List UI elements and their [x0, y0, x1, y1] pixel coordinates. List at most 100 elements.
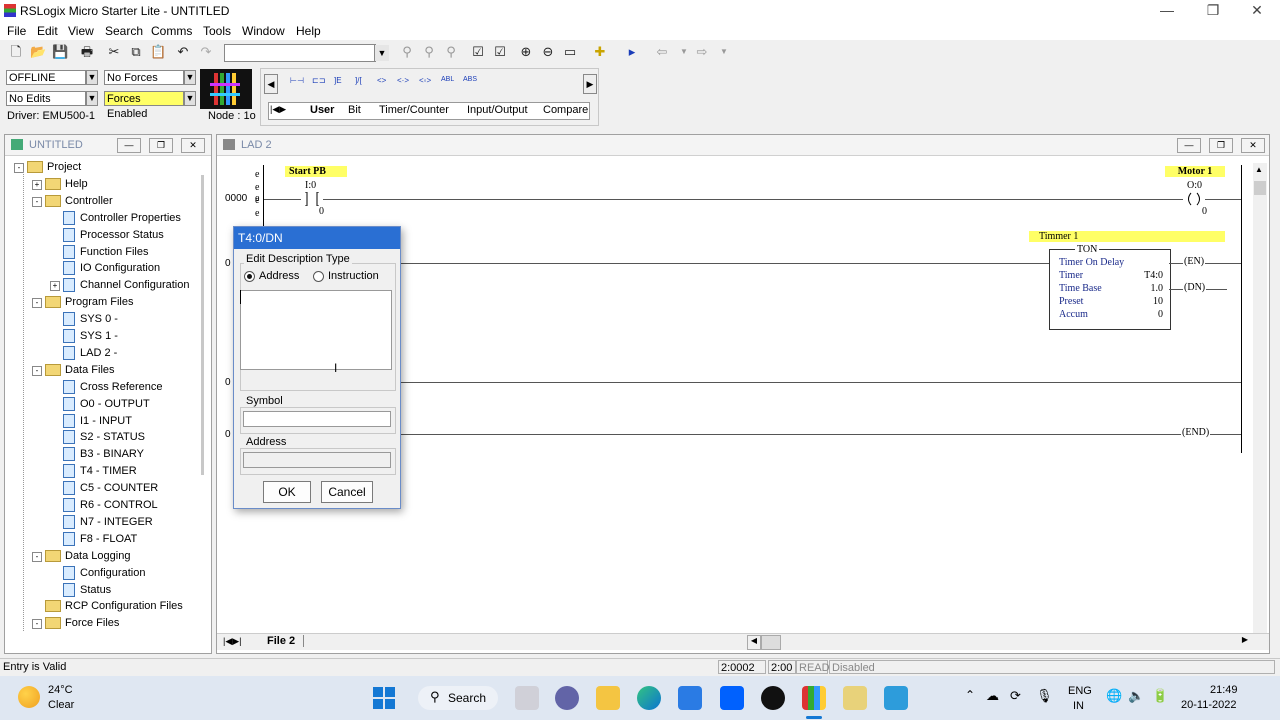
menu-view[interactable]: View [68, 24, 94, 38]
hscroll-thumb[interactable] [761, 635, 781, 650]
project-restore-button[interactable]: ❐ [149, 138, 173, 153]
tree-item[interactable]: C5 - COUNTER [63, 480, 158, 497]
tree-item[interactable]: Cross Reference [63, 379, 163, 396]
redo-icon[interactable]: ↷ [198, 44, 214, 60]
speaker-icon[interactable]: 🔈 [1128, 688, 1144, 704]
cut-icon[interactable]: ✂ [106, 44, 122, 60]
collapse-icon[interactable]: - [32, 298, 42, 309]
store-icon[interactable] [678, 686, 702, 710]
clock-date[interactable]: 20-11-2022 [1181, 699, 1236, 711]
tree-item[interactable]: Status [63, 582, 111, 599]
onedrive-icon[interactable]: ☁ [986, 688, 999, 704]
forces-dropdown-icon[interactable]: ▼ [184, 70, 196, 85]
tab-file-2[interactable]: File 2 [259, 635, 305, 647]
tree-item[interactable]: Processor Status [63, 227, 164, 244]
weather-temp[interactable]: 24°C [48, 684, 73, 696]
timer-label[interactable]: Timmer 1 [1029, 231, 1225, 242]
taskbar-search[interactable]: ⚲ Search [418, 686, 498, 710]
verify-project-icon[interactable]: ☑ [492, 44, 508, 60]
network-icon[interactable]: 🌐 [1106, 688, 1122, 704]
dn-output-coil[interactable]: (DN) [1183, 282, 1207, 293]
ladder-vertical-scrollbar[interactable]: ▲ [1253, 163, 1267, 633]
tree-item[interactable]: Function Files [63, 244, 148, 261]
tree-item[interactable]: Configuration [63, 565, 145, 582]
tree-item[interactable]: - Project [14, 159, 81, 176]
play-icon[interactable]: ▸ [624, 44, 640, 60]
instruction-radio-label[interactable]: Instruction [328, 270, 379, 282]
scroll-up-icon[interactable]: ▲ [1255, 165, 1263, 174]
address-radio-label[interactable]: Address [259, 270, 299, 282]
ton-param-value[interactable]: 0 [1158, 309, 1163, 320]
paste-icon[interactable]: 📋 [150, 44, 166, 60]
clock-time[interactable]: 21:49 [1210, 684, 1238, 696]
tree-item[interactable]: - Program Files [32, 294, 133, 311]
tree-item[interactable]: N7 - INTEGER [63, 514, 153, 531]
expand-icon[interactable]: + [50, 281, 60, 292]
tree-item[interactable]: RCP Configuration Files [45, 598, 183, 615]
hscroll-left-icon[interactable]: ◀ [747, 635, 761, 650]
copy-icon[interactable]: ⧉ [128, 44, 144, 60]
zoom-out-icon[interactable]: ⊖ [540, 44, 556, 60]
description-textarea[interactable] [240, 290, 392, 370]
instruction-radio[interactable] [313, 271, 324, 282]
tree-item[interactable]: Controller Properties [63, 210, 181, 227]
tree-item[interactable]: S2 - STATUS [63, 429, 145, 446]
menu-help[interactable]: Help [296, 24, 321, 38]
project-close-button[interactable]: ✕ [181, 138, 205, 153]
ton-param-value[interactable]: 1.0 [1151, 283, 1164, 294]
collapse-icon[interactable]: - [32, 196, 42, 207]
windows-start-icon[interactable] [373, 687, 395, 709]
end-instruction[interactable]: (END) [1181, 427, 1211, 438]
menu-tools[interactable]: Tools [203, 24, 231, 38]
project-scrollbar[interactable] [201, 175, 204, 475]
instr-abl-icon[interactable]: ABL [441, 76, 454, 83]
search-combo[interactable] [224, 44, 376, 62]
instr-rung-icon[interactable]: ⊢⊣ [290, 76, 304, 85]
address-input[interactable] [243, 452, 391, 468]
en-output-coil[interactable]: (EN) [1183, 256, 1206, 267]
tree-item[interactable]: - Data Files [32, 362, 115, 379]
tree-item[interactable]: + Help [32, 176, 88, 193]
tree-item[interactable]: LAD 2 - [63, 345, 117, 362]
project-minimize-button[interactable]: — [117, 138, 141, 153]
instr-ote-icon[interactable]: <> [377, 76, 386, 85]
address-radio[interactable] [244, 271, 255, 282]
tab-user[interactable]: User [310, 104, 334, 116]
expand-icon[interactable]: + [32, 179, 42, 190]
verify-file-icon[interactable]: ☑ [470, 44, 486, 60]
tree-item[interactable]: - Force Files [32, 615, 119, 632]
battery-icon[interactable]: 🔋 [1152, 688, 1168, 704]
microphone-icon[interactable]: 🎙 [1036, 688, 1053, 704]
replace-icon[interactable]: ⚲ [443, 44, 459, 60]
instr-otl-icon[interactable]: <·> [397, 76, 409, 85]
tree-item[interactable]: - Data Logging [32, 548, 130, 565]
tab-compare[interactable]: Compare [543, 104, 588, 116]
menu-window[interactable]: Window [242, 24, 285, 38]
edits-dropdown-icon[interactable]: ▼ [86, 91, 98, 106]
file-tabs-nav-icon[interactable]: |◀▶| [223, 636, 242, 647]
emulator-icon[interactable] [884, 686, 908, 710]
minimize-button[interactable]: — [1144, 0, 1190, 22]
ladder-minimize-button[interactable]: — [1177, 138, 1201, 153]
forward-dropdown-icon[interactable]: ▼ [716, 44, 732, 60]
contact-address[interactable]: I:0 [305, 180, 316, 191]
save-icon[interactable]: 💾 [52, 44, 68, 60]
symbol-input[interactable] [243, 411, 391, 427]
undo-icon[interactable]: ↶ [175, 44, 191, 60]
tree-item[interactable]: B3 - BINARY [63, 446, 144, 463]
tree-item[interactable]: IO Configuration [63, 260, 160, 277]
new-file-icon[interactable]: 🗋 [8, 44, 24, 60]
hscroll-right-icon[interactable]: ▶ [1239, 635, 1251, 648]
dropbox-icon[interactable] [720, 686, 744, 710]
chat-icon[interactable] [555, 686, 579, 710]
tab-input-output[interactable]: Input/Output [467, 104, 528, 116]
tree-item[interactable]: I1 - INPUT [63, 413, 132, 430]
file-explorer-icon[interactable] [596, 686, 620, 710]
tray-chevron-up-icon[interactable]: ⌃ [965, 688, 975, 702]
print-icon[interactable]: 🖶 [79, 44, 95, 60]
xic-contact[interactable] [301, 191, 323, 207]
menu-file[interactable]: File [7, 24, 26, 38]
tree-item[interactable]: T4 - TIMER [63, 463, 137, 480]
ton-param-value[interactable]: T4:0 [1144, 270, 1163, 281]
tree-item[interactable]: O0 - OUTPUT [63, 396, 150, 413]
